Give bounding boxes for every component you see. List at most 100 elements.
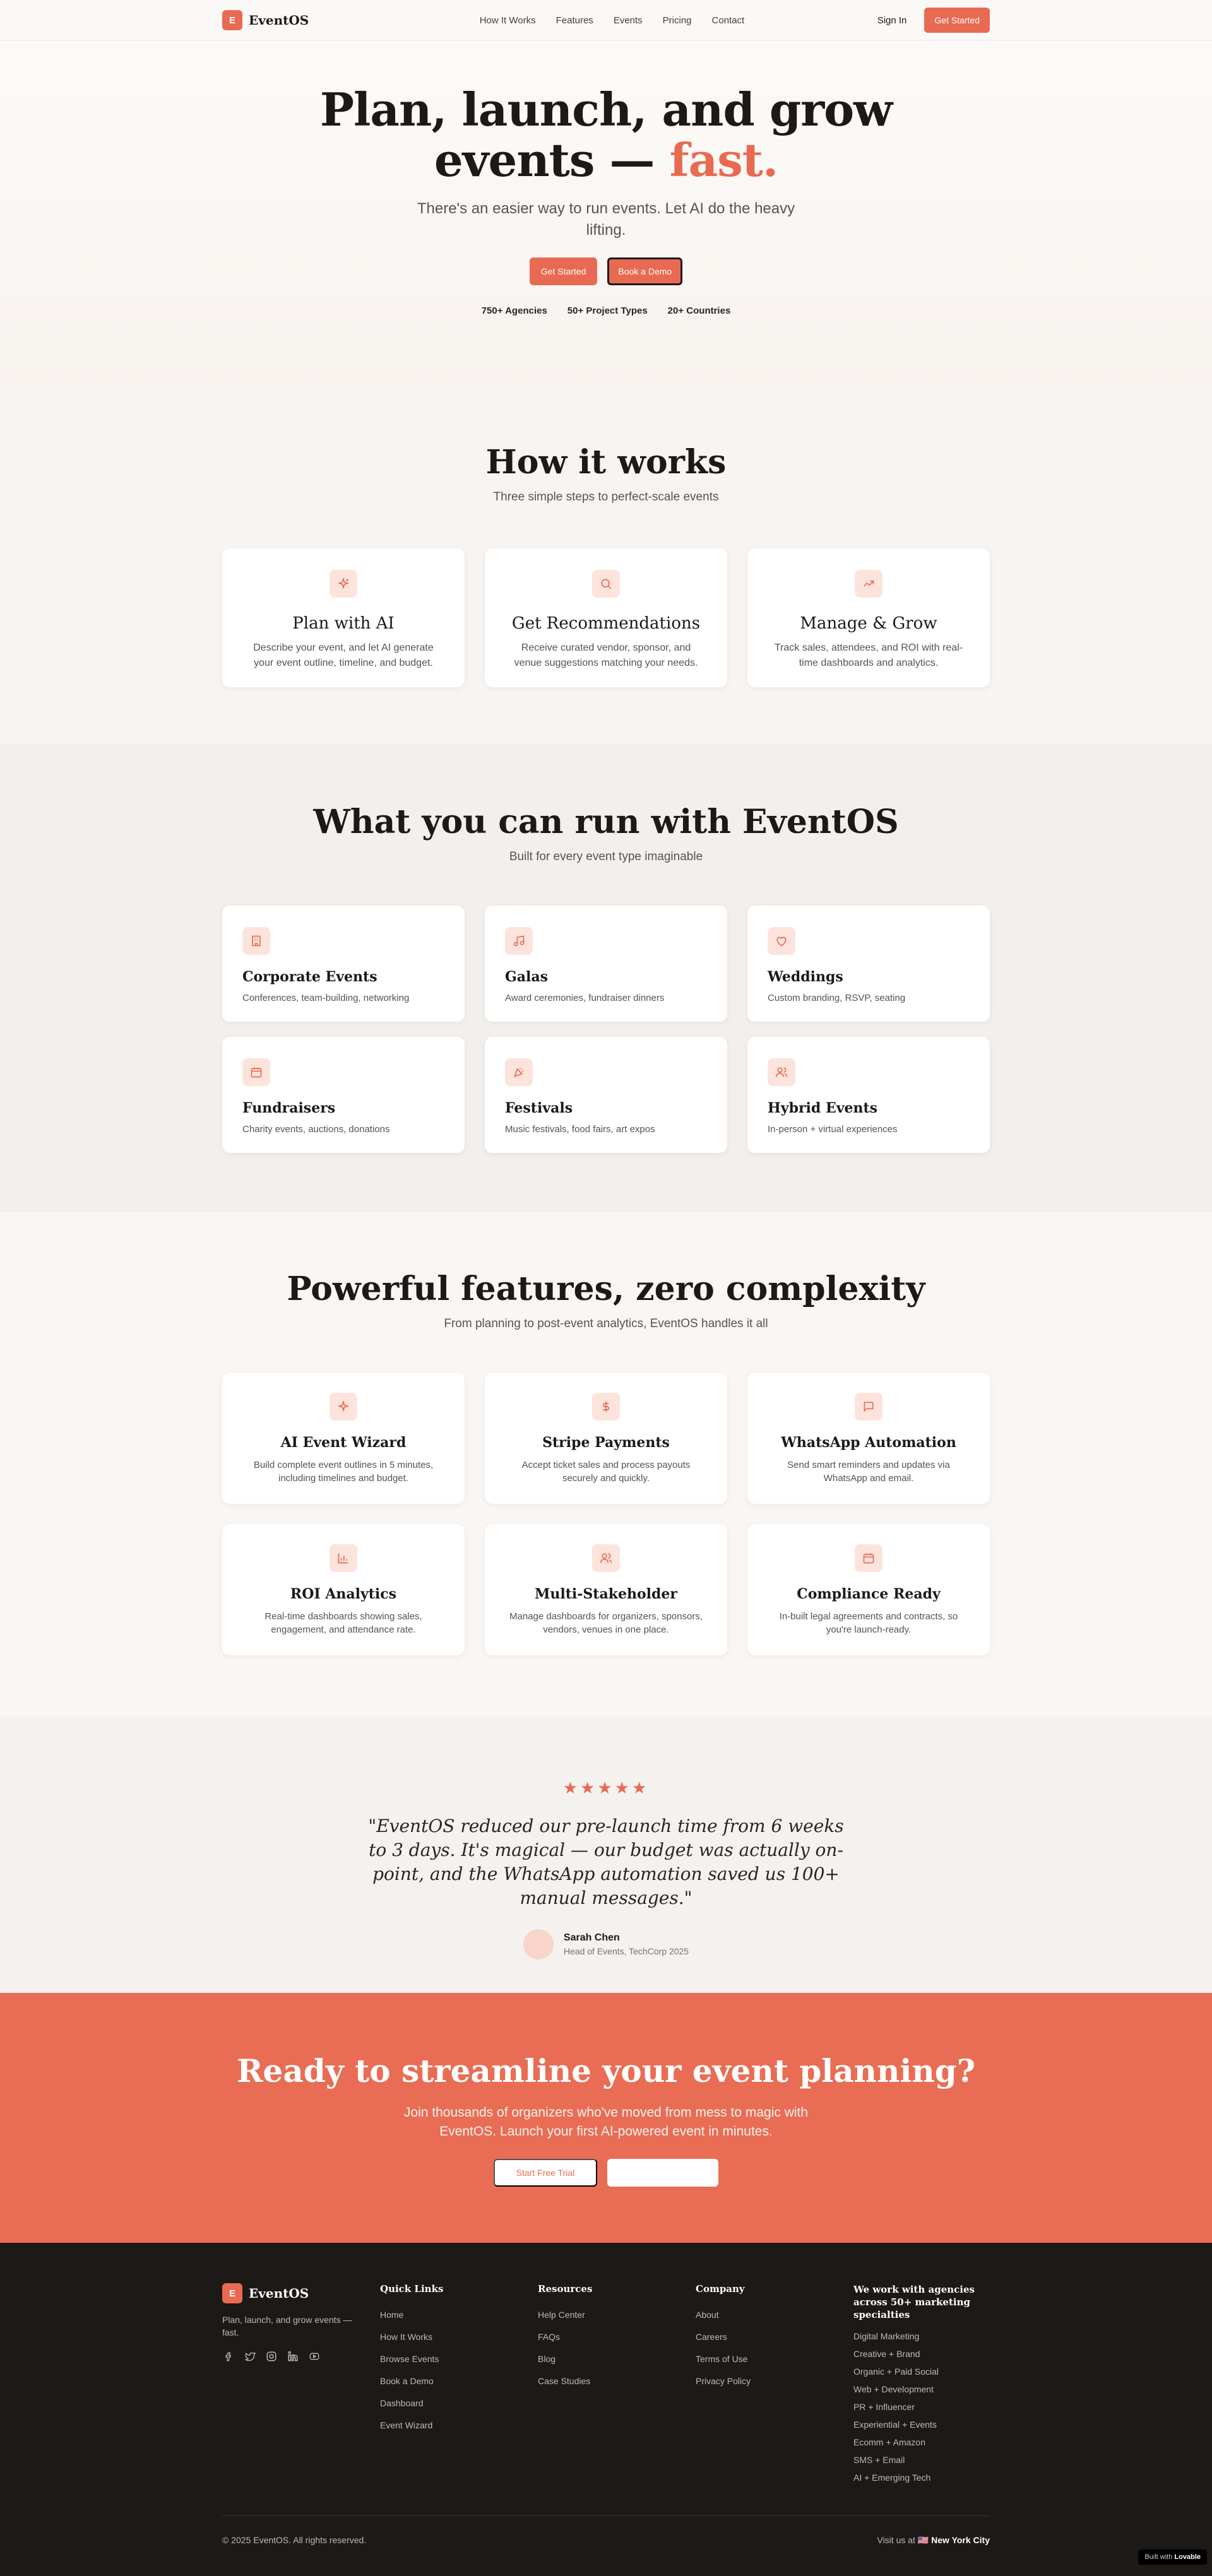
step-title: Get Recommendations [511,614,701,633]
footer-brand[interactable]: E EventOS [222,2283,380,2303]
event-type-desc: In-person + virtual experiences [768,1124,898,1135]
built-with-badge[interactable]: Built with Lovable [1138,2549,1207,2565]
footer-link[interactable]: Dashboard [380,2398,538,2408]
nav-link-events[interactable]: Events [614,15,643,26]
instagram-icon[interactable] [265,2350,278,2363]
testimonial-quote: "EventOS reduced our pre-launch time fro… [368,1816,844,1908]
step-card: Get Recommendations Receive curated vend… [485,548,727,687]
stat-project-types: 50+ Project Types [567,305,648,316]
footer: E EventOS Plan, launch, and grow events … [0,2243,1212,2576]
footer-link[interactable]: Browse Events [380,2354,538,2364]
event-type-desc: Music festivals, food fairs, art expos [505,1124,655,1135]
feature-card: ROI Analytics Real-time dashboards showi… [222,1524,465,1655]
event-type-desc: Award ceremonies, fundraiser dinners [505,993,665,1003]
nav-links: How It Works Features Events Pricing Con… [480,15,745,26]
feature-title: WhatsApp Automation [781,1434,956,1451]
footer-link[interactable]: Privacy Policy [696,2376,853,2386]
cta-book-demo-button[interactable]: Book a Demo [607,2159,718,2187]
nav-link-pricing[interactable]: Pricing [663,15,692,26]
footer-link[interactable]: Event Wizard [380,2420,538,2430]
calendar-icon [855,1544,882,1572]
feature-desc: Build complete event outlines in 5 minut… [253,1460,434,1484]
avatar [523,1929,554,1959]
step-title: Plan with AI [292,614,395,633]
footer-brand-name: EventOS [249,2286,309,2301]
hero-book-demo-button[interactable]: Book a Demo [607,257,683,285]
event-type-desc: Charity events, auctions, donations [242,1124,390,1135]
hero-title: Plan, launch, and grow events — fast. [0,85,1212,186]
footer-link[interactable]: Home [380,2310,538,2320]
footer-link[interactable]: FAQs [538,2332,696,2342]
event-type-card[interactable]: Galas Award ceremonies, fundraiser dinne… [485,906,727,1022]
twitter-icon[interactable] [244,2350,256,2363]
hero-title-line1: Plan, launch, and grow [319,83,893,136]
footer-link[interactable]: Book a Demo [380,2376,538,2386]
footer-heading: We work with agencies across 50+ marketi… [853,2284,975,2320]
feature-desc: Real-time dashboards showing sales, enga… [264,1611,422,1635]
event-type-card[interactable]: Hybrid Events In-person + virtual experi… [747,1037,990,1153]
footer-link[interactable]: Blog [538,2354,696,2364]
footer-link[interactable]: How It Works [380,2332,538,2342]
search-icon [592,570,620,598]
event-type-card[interactable]: Corporate Events Conferences, team-build… [222,906,465,1022]
badge-prefix: Built with [1144,2553,1173,2561]
footer-tagline: Plan, launch, and grow events — fast. [222,2315,352,2337]
cta-section: Ready to streamline your event planning?… [0,1993,1212,2243]
step-card: Manage & Grow Track sales, attendees, an… [747,548,990,687]
footer-link[interactable]: Careers [696,2332,853,2342]
logo-icon: E [222,10,242,30]
nav-link-contact[interactable]: Contact [712,15,745,26]
feature-title: ROI Analytics [290,1586,397,1602]
features-title: Powerful features, zero complexity [287,1270,925,1308]
nav-get-started-button[interactable]: Get Started [924,8,990,33]
event-type-card[interactable]: Fundraisers Charity events, auctions, do… [222,1037,465,1153]
bar-chart-icon [330,1544,357,1572]
event-type-desc: Custom branding, RSVP, seating [768,993,906,1003]
footer-heading: Quick Links [380,2283,444,2295]
footer-link[interactable]: Help Center [538,2310,696,2320]
event-type-title: Festivals [505,1100,573,1116]
location-city: New York City [931,2535,990,2545]
feature-card: Compliance Ready In-built legal agreemen… [747,1524,990,1655]
step-card: Plan with AI Describe your event, and le… [222,548,465,687]
hero-section: Plan, launch, and grow events — fast. Th… [0,40,1212,385]
logo-icon: E [222,2283,242,2303]
footer-link[interactable]: Case Studies [538,2376,696,2386]
start-free-trial-button[interactable]: Start Free Trial [494,2159,597,2187]
event-type-card[interactable]: Weddings Custom branding, RSVP, seating [747,906,990,1022]
specialty-item: Creative + Brand [853,2349,920,2359]
specialty-item: Experiential + Events [853,2419,937,2430]
brand[interactable]: E EventOS [222,10,309,30]
event-type-card[interactable]: Festivals Music festivals, food fairs, a… [485,1037,727,1153]
feature-card: Stripe Payments Accept ticket sales and … [485,1373,727,1504]
hero-title-accent: fast. [669,133,778,187]
footer-company: Company About Careers Terms of Use Priva… [696,2283,853,2490]
event-type-title: Hybrid Events [768,1100,878,1116]
top-nav: E EventOS How It Works Features Events P… [0,0,1212,40]
step-desc: Receive curated vendor, sponsor, and ven… [514,642,698,668]
location: Visit us at 🇺🇸 New York City [877,2535,990,2546]
hero-get-started-button[interactable]: Get Started [529,257,598,285]
footer-link[interactable]: About [696,2310,853,2320]
feature-title: Stripe Payments [542,1434,670,1451]
author-role: Head of Events, TechCorp 2025 [563,1946,689,1956]
sparkles-icon [330,570,357,598]
nav-link-features[interactable]: Features [556,15,593,26]
hero-title-line2: events — [434,133,655,187]
users-icon [768,1058,795,1086]
specialty-item: Ecomm + Amazon [853,2437,925,2447]
footer-heading: Resources [538,2283,593,2295]
hero-stats: 750+ Agencies 50+ Project Types 20+ Coun… [0,305,1212,316]
facebook-icon[interactable] [222,2350,235,2363]
linkedin-icon[interactable] [287,2350,299,2363]
users-icon [592,1544,620,1572]
how-it-works-section: How it works Three simple steps to perfe… [0,385,1212,745]
brand-name: EventOS [249,13,309,28]
party-popper-icon [505,1058,533,1086]
sign-in-link[interactable]: Sign In [877,15,907,26]
nav-link-how-it-works[interactable]: How It Works [480,15,536,26]
youtube-icon[interactable] [308,2350,321,2363]
location-prefix: Visit us at 🇺🇸 [877,2535,929,2545]
footer-link[interactable]: Terms of Use [696,2354,853,2364]
event-types-section: What you can run with EventOS Built for … [0,745,1212,1212]
